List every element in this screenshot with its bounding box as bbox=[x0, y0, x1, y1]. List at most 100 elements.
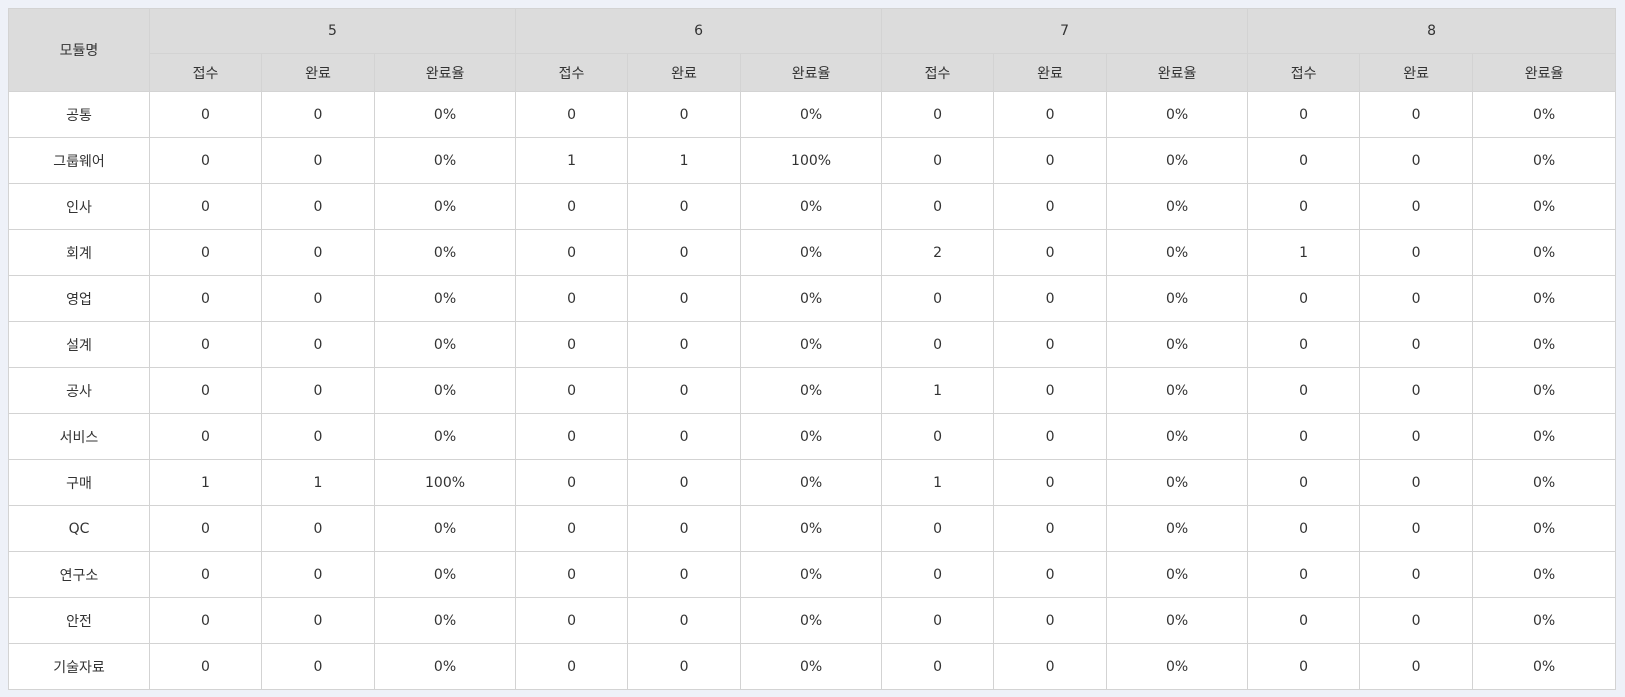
completed-cell: 0 bbox=[1359, 321, 1474, 368]
completion-rate-cell: 0% bbox=[740, 91, 883, 138]
completion-rate-cell: 0% bbox=[1106, 551, 1249, 598]
completion-rate-header: 완료율 bbox=[740, 53, 883, 92]
module-name-cell: QC bbox=[8, 505, 150, 552]
completion-rate-cell: 0% bbox=[1106, 137, 1249, 184]
received-cell: 0 bbox=[881, 183, 995, 230]
completed-cell: 0 bbox=[993, 505, 1108, 552]
completed-cell: 0 bbox=[627, 459, 742, 506]
table-header: 모듈명 5 6 7 8 접수 완료 완료율 접수 완료 완료율 접수 완료 완료… bbox=[8, 8, 1617, 92]
completion-rate-cell: 0% bbox=[373, 229, 517, 276]
received-cell: 0 bbox=[1247, 321, 1361, 368]
module-name-header: 모듈명 bbox=[8, 8, 150, 92]
completed-cell: 0 bbox=[261, 321, 375, 368]
module-name-cell: 기술자료 bbox=[8, 643, 150, 690]
table-row: 기술자료 0 0 0% 0 0 0% 0 0 0% 0 0 0% bbox=[8, 643, 1617, 690]
table-row: 공사 0 0 0% 0 0 0% 1 0 0% 0 0 0% bbox=[8, 367, 1617, 414]
module-name-cell: 공사 bbox=[8, 367, 150, 414]
completed-cell: 0 bbox=[627, 229, 742, 276]
completed-cell: 0 bbox=[1359, 597, 1474, 644]
received-cell: 0 bbox=[515, 321, 629, 368]
completion-rate-cell: 0% bbox=[740, 597, 883, 644]
table-row: 설계 0 0 0% 0 0 0% 0 0 0% 0 0 0% bbox=[8, 321, 1617, 368]
received-cell: 0 bbox=[881, 321, 995, 368]
received-cell: 0 bbox=[1247, 413, 1361, 460]
completed-cell: 0 bbox=[261, 229, 375, 276]
completed-header: 완료 bbox=[1359, 53, 1474, 92]
received-cell: 0 bbox=[1247, 275, 1361, 322]
completion-rate-cell: 0% bbox=[1472, 183, 1617, 230]
module-name-cell: 구매 bbox=[8, 459, 150, 506]
completion-rate-cell: 0% bbox=[1106, 229, 1249, 276]
completion-rate-cell: 0% bbox=[1472, 413, 1617, 460]
received-header: 접수 bbox=[1247, 53, 1361, 92]
completed-cell: 0 bbox=[1359, 229, 1474, 276]
received-cell: 0 bbox=[149, 413, 262, 460]
received-cell: 0 bbox=[149, 137, 262, 184]
module-name-cell: 설계 bbox=[8, 321, 150, 368]
received-header: 접수 bbox=[881, 53, 995, 92]
completion-rate-cell: 0% bbox=[1106, 413, 1249, 460]
completed-cell: 0 bbox=[261, 643, 375, 690]
received-header: 접수 bbox=[149, 53, 262, 92]
received-cell: 1 bbox=[149, 459, 262, 506]
received-cell: 0 bbox=[1247, 459, 1361, 506]
completed-cell: 0 bbox=[1359, 551, 1474, 598]
completed-cell: 0 bbox=[993, 275, 1108, 322]
completion-rate-cell: 0% bbox=[1106, 643, 1249, 690]
completion-rate-cell: 0% bbox=[1106, 275, 1249, 322]
completed-cell: 1 bbox=[261, 459, 375, 506]
received-cell: 0 bbox=[515, 91, 629, 138]
completion-rate-cell: 0% bbox=[373, 137, 517, 184]
completion-rate-cell: 0% bbox=[373, 275, 517, 322]
completion-rate-cell: 100% bbox=[373, 459, 517, 506]
completion-rate-cell: 0% bbox=[1472, 597, 1617, 644]
stats-table-container: 모듈명 5 6 7 8 접수 완료 완료율 접수 완료 완료율 접수 완료 완료… bbox=[8, 8, 1617, 690]
completion-rate-cell: 0% bbox=[740, 229, 883, 276]
received-cell: 0 bbox=[515, 367, 629, 414]
completed-cell: 0 bbox=[1359, 413, 1474, 460]
received-cell: 0 bbox=[881, 643, 995, 690]
received-cell: 0 bbox=[149, 321, 262, 368]
completion-rate-cell: 0% bbox=[1472, 505, 1617, 552]
table-row: QC 0 0 0% 0 0 0% 0 0 0% 0 0 0% bbox=[8, 505, 1617, 552]
completed-cell: 0 bbox=[627, 505, 742, 552]
completion-rate-cell: 0% bbox=[1472, 321, 1617, 368]
completed-cell: 0 bbox=[261, 137, 375, 184]
completion-rate-cell: 0% bbox=[1472, 459, 1617, 506]
completed-cell: 0 bbox=[627, 551, 742, 598]
received-cell: 0 bbox=[149, 551, 262, 598]
completed-cell: 0 bbox=[993, 367, 1108, 414]
completed-cell: 0 bbox=[993, 413, 1108, 460]
completion-rate-cell: 0% bbox=[1106, 597, 1249, 644]
completion-rate-cell: 0% bbox=[1472, 643, 1617, 690]
received-cell: 0 bbox=[881, 275, 995, 322]
completion-rate-cell: 0% bbox=[373, 367, 517, 414]
completion-rate-cell: 0% bbox=[1472, 367, 1617, 414]
completion-rate-cell: 0% bbox=[373, 551, 517, 598]
completion-rate-cell: 0% bbox=[740, 459, 883, 506]
completed-cell: 0 bbox=[1359, 505, 1474, 552]
module-name-cell: 연구소 bbox=[8, 551, 150, 598]
received-cell: 2 bbox=[881, 229, 995, 276]
month-header: 7 bbox=[881, 8, 1249, 54]
received-cell: 0 bbox=[149, 505, 262, 552]
completion-rate-cell: 0% bbox=[1472, 229, 1617, 276]
completed-cell: 0 bbox=[261, 91, 375, 138]
completion-rate-cell: 0% bbox=[740, 505, 883, 552]
completed-cell: 0 bbox=[627, 183, 742, 230]
table-body: 공통 0 0 0% 0 0 0% 0 0 0% 0 0 0% 그룹웨어 0 0 0% 1 1 100% 0 0 0% 0 0 0%… bbox=[8, 91, 1617, 690]
received-cell: 0 bbox=[149, 597, 262, 644]
table-row: 그룹웨어 0 0 0% 1 1 100% 0 0 0% 0 0 0% bbox=[8, 137, 1617, 184]
received-cell: 1 bbox=[881, 367, 995, 414]
completed-cell: 0 bbox=[261, 597, 375, 644]
completion-rate-header: 완료율 bbox=[373, 53, 517, 92]
completed-header: 완료 bbox=[261, 53, 375, 92]
completed-cell: 0 bbox=[627, 91, 742, 138]
completed-cell: 0 bbox=[1359, 367, 1474, 414]
completion-rate-cell: 0% bbox=[740, 367, 883, 414]
completion-rate-cell: 0% bbox=[1472, 137, 1617, 184]
completed-cell: 0 bbox=[261, 505, 375, 552]
completed-cell: 0 bbox=[1359, 183, 1474, 230]
received-cell: 0 bbox=[515, 183, 629, 230]
completion-rate-cell: 0% bbox=[1106, 183, 1249, 230]
